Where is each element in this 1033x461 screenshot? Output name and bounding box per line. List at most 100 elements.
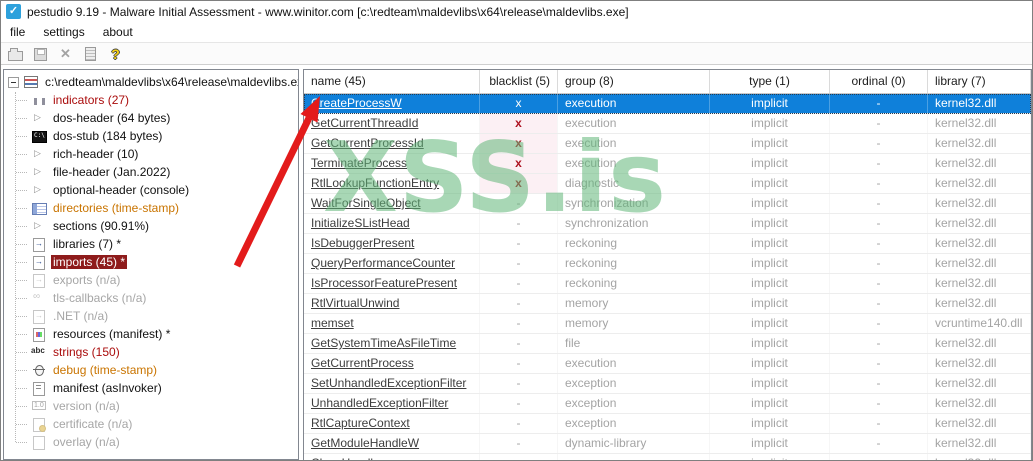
cell-blacklist: -	[480, 314, 558, 333]
table-row[interactable]: memset - memory implicit - vcruntime140.dll	[304, 314, 1031, 334]
sidebar-item-file-header[interactable]: file-header (Jan.2022)	[4, 163, 298, 181]
sidebar-item-dos-header[interactable]: dos-header (64 bytes)	[4, 109, 298, 127]
table-row[interactable]: GetModuleHandleW - dynamic-library implicit…	[304, 434, 1031, 454]
sidebar-item-rich-header[interactable]: rich-header (10)	[4, 145, 298, 163]
column-header-group[interactable]: group (8)	[558, 70, 710, 93]
table-row[interactable]: GetCurrentProcessId x execution implicit - ke…	[304, 134, 1031, 154]
cell-library: kernel32.dll	[928, 114, 1031, 133]
sidebar-item-dos-stub[interactable]: dos-stub (184 bytes)	[4, 127, 298, 145]
table-row[interactable]: QueryPerformanceCounter - reckoning implici…	[304, 254, 1031, 274]
cell-ordinal: -	[830, 134, 928, 153]
open-file-icon[interactable]	[7, 46, 24, 62]
sidebar-item-version[interactable]: version (n/a)	[4, 397, 298, 415]
cell-type: implicit	[710, 254, 830, 273]
table-row[interactable]: WaitForSingleObject - synchronization impli…	[304, 194, 1031, 214]
cell-library: kernel32.dll	[928, 394, 1031, 413]
sidebar-item-exports[interactable]: exports (n/a)	[4, 271, 298, 289]
cell-name: CreateProcessW	[304, 94, 480, 113]
cell-type: implicit	[710, 114, 830, 133]
cell-type: implicit	[710, 154, 830, 173]
cell-name: WaitForSingleObject	[304, 194, 480, 213]
import-icon	[31, 255, 48, 270]
certificate-icon	[31, 417, 48, 432]
module-icon	[23, 75, 40, 89]
table-row[interactable]: RtlLookupFunctionEntry x diagnostic implici…	[304, 174, 1031, 194]
cell-type: implicit	[710, 354, 830, 373]
sidebar-item-directories[interactable]: directories (time-stamp)	[4, 199, 298, 217]
column-header-library[interactable]: library (7)	[928, 70, 1031, 93]
cell-ordinal: -	[830, 234, 928, 253]
cell-library: kernel32.dll	[928, 214, 1031, 233]
sidebar-item-indicators[interactable]: indicators (27)	[4, 91, 298, 109]
sidebar-item-tls-callbacks[interactable]: tls-callbacks (n/a)	[4, 289, 298, 307]
sidebar-item-sections[interactable]: sections (90.91%)	[4, 217, 298, 235]
table-row[interactable]: CreateProcessW x execution implicit - kernel3…	[304, 94, 1031, 114]
tree-item-label: version (n/a)	[53, 399, 120, 413]
sidebar-item-debug[interactable]: debug (time-stamp)	[4, 361, 298, 379]
table-row[interactable]: GetSystemTimeAsFileTime - file implicit - ker…	[304, 334, 1031, 354]
sidebar-item-resources[interactable]: resources (manifest) *	[4, 325, 298, 343]
cell-group: execution	[558, 354, 710, 373]
save-icon[interactable]	[32, 46, 49, 62]
menu-item-file[interactable]: file	[1, 23, 34, 41]
sidebar-item-certificate[interactable]: certificate (n/a)	[4, 415, 298, 433]
sidebar-item-libraries[interactable]: libraries (7) *	[4, 235, 298, 253]
table-row[interactable]: GetCurrentProcess - execution implicit - kern…	[304, 354, 1031, 374]
column-header-blacklist[interactable]: blacklist (5)	[480, 70, 558, 93]
menu-item-about[interactable]: about	[94, 23, 142, 41]
tree-root-item[interactable]: c:\redteam\maldevlibs\x64\release\maldev…	[4, 73, 298, 91]
cell-type: implicit	[710, 234, 830, 253]
dos-icon	[31, 129, 48, 143]
table-row[interactable]: InitializeSListHead - synchronization impli…	[304, 214, 1031, 234]
sidebar-item-optional-header[interactable]: optional-header (console)	[4, 181, 298, 199]
table-row[interactable]: UnhandledExceptionFilter - exception implic…	[304, 394, 1031, 414]
delete-icon[interactable]: ✕	[57, 46, 74, 62]
tree-item-label: certificate (n/a)	[53, 417, 133, 431]
grid-icon	[31, 201, 48, 215]
table-row[interactable]: SetUnhandledExceptionFilter - exception imp…	[304, 374, 1031, 394]
cell-library: kernel32.dll	[928, 254, 1031, 273]
expand-collapse-toggle[interactable]	[8, 76, 19, 88]
cell-group: exception	[558, 374, 710, 393]
cell-group: synchronization	[558, 214, 710, 233]
toolbar: ✕?	[1, 43, 1032, 65]
cell-type: implicit	[710, 174, 830, 193]
title-bar: ✓ pestudio 9.19 - Malware Initial Assess…	[1, 1, 1032, 22]
table-row[interactable]: RtlVirtualUnwind - memory implicit - kernel32…	[304, 294, 1031, 314]
cell-library: kernel32.dll	[928, 354, 1031, 373]
export-icon	[31, 309, 48, 324]
cell-type: implicit	[710, 394, 830, 413]
cell-blacklist: -	[480, 194, 558, 213]
help-icon[interactable]: ?	[107, 46, 124, 62]
cell-library: kernel32.dll	[928, 174, 1031, 193]
cell-group: reckoning	[558, 254, 710, 273]
table-row[interactable]: TerminateProcess x execution implicit - kerne…	[304, 154, 1031, 174]
column-header-name[interactable]: name (45)	[304, 70, 480, 93]
table-row[interactable]: GetCurrentThreadId x execution implicit - ker…	[304, 114, 1031, 134]
report-icon[interactable]	[82, 46, 99, 62]
tree-item-label: exports (n/a)	[53, 273, 121, 287]
column-header-ordinal[interactable]: ordinal (0)	[830, 70, 928, 93]
bug-icon	[31, 363, 48, 377]
cell-type: implicit	[710, 314, 830, 333]
sidebar-item-.net[interactable]: .NET (n/a)	[4, 307, 298, 325]
table-row[interactable]: CloseHandle--implicit-kernel32.dll	[304, 454, 1031, 460]
sidebar-item-imports[interactable]: imports (45) *	[4, 253, 298, 271]
table-row[interactable]: RtlCaptureContext - exception implicit - kern…	[304, 414, 1031, 434]
structure-tree-panel: c:\redteam\maldevlibs\x64\release\maldev…	[3, 69, 299, 460]
sidebar-item-strings[interactable]: strings (150)	[4, 343, 298, 361]
cell-ordinal: -	[830, 374, 928, 393]
export-icon	[31, 273, 48, 288]
column-header-type[interactable]: type (1)	[710, 70, 830, 93]
sidebar-item-overlay[interactable]: overlay (n/a)	[4, 433, 298, 451]
cell-blacklist: -	[480, 214, 558, 233]
table-row[interactable]: IsDebuggerPresent - reckoning implicit - kern…	[304, 234, 1031, 254]
sidebar-item-manifest[interactable]: manifest (asInvoker)	[4, 379, 298, 397]
table-row[interactable]: IsProcessorFeaturePresent - reckoning impli…	[304, 274, 1031, 294]
tree-item-label: .NET (n/a)	[53, 309, 109, 323]
imports-table-panel: name (45) blacklist (5) group (8) type (1) o…	[303, 69, 1032, 460]
triangle-icon	[31, 183, 48, 197]
cell-library: kernel32.dll	[928, 434, 1031, 453]
tree-item-label: debug (time-stamp)	[53, 363, 158, 377]
menu-item-settings[interactable]: settings	[34, 23, 93, 41]
